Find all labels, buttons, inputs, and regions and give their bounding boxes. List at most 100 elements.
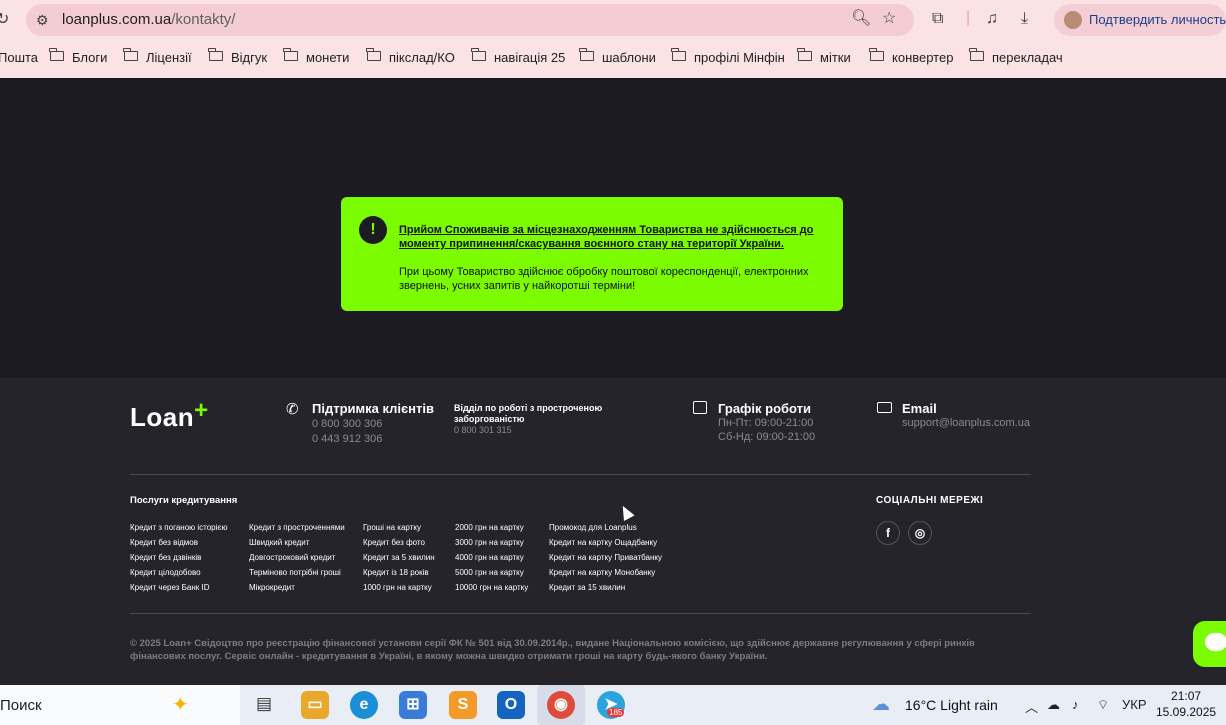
chat-icon <box>1205 633 1226 651</box>
service-link[interactable]: Кредит з поганою історією <box>130 520 227 535</box>
overdue-phone[interactable]: 0 800 301 315 <box>454 425 512 435</box>
instagram-icon[interactable]: ◎ <box>908 521 932 545</box>
service-link[interactable]: Кредит на картку Приватбанку <box>549 550 662 565</box>
copilot-sparkle-icon[interactable]: ✦ <box>172 692 189 717</box>
support-title: Підтримка клієнтів <box>312 401 435 416</box>
media-control-icon[interactable]: ♫ <box>986 11 998 27</box>
service-link[interactable]: Кредит без фото <box>363 535 435 550</box>
folder-icon <box>969 48 984 61</box>
service-link[interactable]: Кредит на картку Ощадбанку <box>549 535 662 550</box>
bookmark-item[interactable]: пікслад/КО <box>366 48 455 65</box>
service-link[interactable]: Кредит цілодобово <box>130 565 227 580</box>
support-phone-2[interactable]: 0 443 912 306 <box>312 432 382 447</box>
notice-body: При цьому Товариство здійснює обробку по… <box>399 266 809 292</box>
support-phone-1[interactable]: 0 800 300 306 <box>312 417 382 432</box>
service-link[interactable]: Кредит з простроченнями <box>249 520 345 535</box>
volume-icon[interactable]: ♪ <box>1072 697 1079 712</box>
service-link[interactable]: Терміново потрібні гроші <box>249 565 345 580</box>
service-link[interactable]: Кредит із 18 років <box>363 565 435 580</box>
services-column: 2000 грн на картку 3000 грн на картку 40… <box>455 520 528 595</box>
telegram-badge: 185 <box>607 708 625 717</box>
weather-icon[interactable]: ☁ <box>872 694 890 715</box>
schedule-weekend: Сб-Нд: 09:00-21:00 <box>718 431 816 443</box>
weather-text[interactable]: 16°C Light rain <box>905 697 998 713</box>
copyright-text: © 2025 Loan+ Свідоцтво про реєстрацію фі… <box>130 638 975 662</box>
avatar <box>1064 11 1082 29</box>
zoom-icon[interactable]: 🔍︎ <box>851 11 871 27</box>
folder-icon <box>366 48 381 61</box>
bookmark-item[interactable]: перекладач <box>969 48 1063 65</box>
edge-icon[interactable]: e <box>350 691 378 719</box>
chevron-up-icon[interactable]: ︿ <box>1025 697 1038 716</box>
divider <box>130 474 1031 475</box>
divider <box>130 613 1031 614</box>
service-link[interactable]: 3000 грн на картку <box>455 535 528 550</box>
logo[interactable]: Loan+ <box>130 397 209 433</box>
bookmark-item[interactable]: Блоги <box>49 48 107 65</box>
taskbar-search-text[interactable]: Поиск <box>0 697 42 714</box>
mail-icon <box>877 402 892 413</box>
service-link[interactable]: 1000 грн на картку <box>363 580 435 595</box>
bookmark-star-icon[interactable]: ☆ <box>882 11 896 27</box>
service-link[interactable]: 2000 грн на картку <box>455 520 528 535</box>
service-link[interactable]: Промокод для Loanplus <box>549 520 662 535</box>
sublime-icon[interactable]: S <box>449 691 477 719</box>
service-link[interactable]: Кредит за 15 хвилин <box>549 580 662 595</box>
bookmark-item[interactable]: шаблони <box>579 48 656 65</box>
folder-icon <box>579 48 594 61</box>
service-link[interactable]: 5000 грн на картку <box>455 565 528 580</box>
network-icon[interactable]: ⌔ <box>1097 697 1109 713</box>
exclamation-icon: ! <box>359 216 387 244</box>
bookmark-item[interactable]: конвертер <box>869 48 953 65</box>
service-link[interactable]: Кредит без відмов <box>130 535 227 550</box>
bookmark-item[interactable]: навігація 25 <box>471 48 565 65</box>
language-indicator[interactable]: УКР <box>1122 697 1147 712</box>
download-icon[interactable]: ⤓ <box>1021 11 1028 27</box>
bookmark-item[interactable]: Пошта <box>0 49 38 65</box>
file-explorer-icon[interactable]: ▭ <box>301 691 329 719</box>
services-title: Послуги кредитування <box>130 495 238 506</box>
services-column: Гроші на картку Кредит без фото Кредит з… <box>363 520 435 595</box>
reload-icon[interactable]: ↻ <box>0 12 9 28</box>
site-settings-icon[interactable]: ⚙ <box>36 12 49 28</box>
service-link[interactable]: Довгостроковий кредит <box>249 550 345 565</box>
bookmark-item[interactable]: мітки <box>797 48 851 65</box>
folder-icon <box>49 48 64 61</box>
chrome-icon[interactable]: ◉ <box>547 691 575 719</box>
outlook-icon[interactable]: O <box>497 691 525 719</box>
service-link[interactable]: Швидкий кредит <box>249 535 345 550</box>
schedule-weekdays: Пн-Пт: 09:00-21:00 <box>718 417 814 429</box>
email-title: Email <box>902 401 937 416</box>
profile-verify-label[interactable]: Подтвердить личность <box>1089 12 1226 27</box>
service-link[interactable]: Кредит на картку Монобанку <box>549 565 662 580</box>
bookmark-item[interactable]: профілі Мінфін <box>671 48 785 65</box>
clock[interactable]: 21:07 15.09.2025 <box>1156 688 1216 720</box>
social-title: СОЦІАЛЬНІ МЕРЕЖІ <box>876 495 984 506</box>
service-link[interactable]: Кредит за 5 хвилин <box>363 550 435 565</box>
folder-icon <box>208 48 223 61</box>
email-link[interactable]: support@loanplus.com.ua <box>902 416 1030 431</box>
onedrive-icon[interactable]: ☁ <box>1047 697 1060 713</box>
phone-icon: ✆ <box>286 401 299 418</box>
store-icon[interactable]: ⊞ <box>399 691 427 719</box>
service-link[interactable]: Кредит через Банк ID <box>130 580 227 595</box>
extensions-icon[interactable]: ⧉ <box>932 11 943 27</box>
folder-icon <box>797 48 812 61</box>
service-link[interactable]: Кредит без дзвінків <box>130 550 227 565</box>
notice-title[interactable]: Прийом Споживачів за місцезнаходженням Т… <box>399 223 829 251</box>
folder-icon <box>671 48 686 61</box>
schedule-title: Графік роботи <box>718 401 812 416</box>
service-link[interactable]: Мікрокредит <box>249 580 345 595</box>
toolbar-divider: | <box>966 9 971 26</box>
folder-icon <box>869 48 884 61</box>
address-text[interactable]: loanplus.com.ua/kontakty/ <box>62 11 235 28</box>
bookmark-item[interactable]: Ліцензії <box>123 48 192 65</box>
service-link[interactable]: Гроші на картку <box>363 520 435 535</box>
bookmark-item[interactable]: монети <box>283 48 349 65</box>
service-link[interactable]: 10000 грн на картку <box>455 580 528 595</box>
service-link[interactable]: 4000 грн на картку <box>455 550 528 565</box>
task-view-icon[interactable]: ▤ <box>256 694 272 714</box>
bookmark-item[interactable]: Відгук <box>208 48 267 65</box>
facebook-icon[interactable]: f <box>876 521 900 545</box>
services-column: Кредит з простроченнями Швидкий кредит Д… <box>249 520 345 595</box>
